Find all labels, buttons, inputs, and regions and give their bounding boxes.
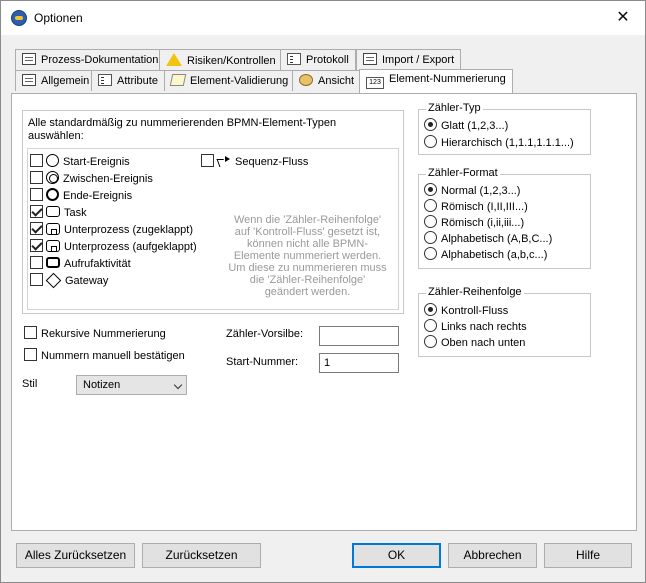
tab-ansicht[interactable]: Ansicht [292, 70, 362, 91]
end-event-icon [46, 188, 59, 201]
tab-protokoll[interactable]: Protokoll [280, 49, 356, 70]
counter-order-top-bottom-radio[interactable] [424, 335, 437, 348]
tab-element-validierung[interactable]: Element-Validierung [164, 70, 296, 91]
gateway-icon [45, 272, 62, 289]
element-types-caption-line2: auswählen: [28, 130, 84, 142]
cancel-button[interactable]: Abbrechen [448, 543, 537, 568]
ok-button[interactable]: OK [352, 543, 441, 568]
start-event-icon [46, 154, 59, 167]
element-type-intermediate-event[interactable]: Zwischen-Ereignis [30, 171, 153, 187]
tab-attribute[interactable]: Attribute [91, 70, 165, 91]
prefix-label: Zähler-Vorsilbe: [226, 328, 304, 340]
manual-confirm-option[interactable]: Nummern manuell bestätigen [24, 348, 185, 364]
import-export-icon [363, 53, 377, 65]
numbering-icon: 123 [366, 77, 384, 89]
element-type-end-event[interactable]: Ende-Ereignis [30, 188, 132, 204]
counter-format-alpha-upper-radio[interactable] [424, 231, 437, 244]
start-event-checkbox[interactable] [30, 154, 43, 167]
document-icon [22, 74, 36, 86]
counter-order-option-left-right[interactable]: Links nach rechts [424, 319, 527, 335]
counter-type-hierarchical-radio[interactable] [424, 135, 437, 148]
list-icon [98, 74, 112, 86]
counter-order-hint: Wenn die 'Zähler-Reihenfolge' auf 'Kontr… [228, 214, 387, 298]
element-type-start-event[interactable]: Start-Ereignis [30, 154, 130, 170]
element-type-gateway[interactable]: Gateway [30, 272, 108, 289]
subprocess-collapsed-icon [46, 223, 60, 235]
counter-type-title: Zähler-Typ [426, 102, 483, 114]
tab-prozess-dokumentation[interactable]: Prozess-Dokumentation [15, 49, 166, 70]
subprocess-collapsed-checkbox[interactable] [30, 222, 43, 235]
warning-icon [166, 53, 182, 66]
task-icon [46, 206, 60, 217]
style-select[interactable]: Notizen [76, 375, 187, 395]
recursive-numbering-option[interactable]: Rekursive Nummerierung [24, 326, 166, 342]
element-types-group: Alle standardmäßig zu nummerierenden BPM… [22, 110, 404, 314]
tab-allgemein[interactable]: Allgemein [15, 70, 97, 91]
counter-format-option-roman-lower[interactable]: Römisch (i,ii,iii...) [424, 215, 524, 231]
tab-risiken-kontrollen[interactable]: Risiken/Kontrollen [159, 49, 283, 70]
counter-type-flat-radio[interactable] [424, 118, 437, 131]
tab-import-export[interactable]: Import / Export [356, 49, 462, 70]
counter-type-group: Zähler-Typ Glatt (1,2,3...) Hierarchisch… [418, 102, 591, 155]
prefix-input[interactable] [319, 326, 399, 346]
element-type-task[interactable]: Task [30, 205, 87, 221]
intermediate-event-checkbox[interactable] [30, 171, 43, 184]
manual-confirm-checkbox[interactable] [24, 348, 37, 361]
reset-button[interactable]: Zurücksetzen [142, 543, 261, 568]
counter-order-title: Zähler-Reihenfolge [426, 286, 524, 298]
options-dialog: Optionen ✕ Prozess-Dokumentation Risiken… [0, 0, 646, 583]
list-icon [287, 53, 301, 65]
call-activity-icon [46, 257, 60, 268]
counter-format-title: Zähler-Format [426, 167, 500, 179]
intermediate-event-icon [46, 171, 59, 184]
element-type-subprocess-collapsed[interactable]: Unterprozess (zugeklappt) [30, 222, 193, 238]
close-icon: ✕ [616, 9, 630, 26]
counter-order-group: Zähler-Reihenfolge Kontroll-Fluss Links … [418, 286, 591, 357]
palette-icon [299, 74, 313, 86]
counter-order-option-top-bottom[interactable]: Oben nach unten [424, 335, 525, 351]
counter-type-option-flat[interactable]: Glatt (1,2,3...) [424, 118, 508, 134]
call-activity-checkbox[interactable] [30, 256, 43, 269]
recursive-numbering-checkbox[interactable] [24, 326, 37, 339]
gateway-checkbox[interactable] [30, 273, 43, 286]
start-number-label: Start-Nummer: [226, 356, 299, 368]
element-type-subprocess-expanded[interactable]: Unterprozess (aufgeklappt) [30, 239, 197, 255]
element-type-call-activity[interactable]: Aufrufaktivität [30, 256, 131, 272]
counter-format-alpha-lower-radio[interactable] [424, 247, 437, 260]
counter-order-left-right-radio[interactable] [424, 319, 437, 332]
counter-format-option-alpha-lower[interactable]: Alphabetisch (a,b,c...) [424, 247, 547, 263]
window-title: Optionen [34, 11, 83, 25]
app-logo-icon [11, 10, 27, 26]
chevron-down-icon [173, 380, 183, 390]
subprocess-expanded-icon [46, 240, 60, 252]
close-button[interactable]: ✕ [601, 1, 645, 35]
counter-format-roman-lower-radio[interactable] [424, 215, 437, 228]
task-checkbox[interactable] [30, 205, 43, 218]
document-icon [22, 53, 36, 65]
counter-format-group: Zähler-Format Normal (1,2,3...) Römisch … [418, 167, 591, 269]
counter-order-control-flow-radio[interactable] [424, 303, 437, 316]
sequence-flow-checkbox[interactable] [201, 154, 214, 167]
element-types-caption-line1: Alle standardmäßig zu nummerierenden BPM… [28, 117, 337, 129]
sequence-flow-icon [217, 155, 231, 167]
end-event-checkbox[interactable] [30, 188, 43, 201]
style-label: Stil [22, 378, 38, 390]
counter-format-option-roman-upper[interactable]: Römisch (I,II,III...) [424, 199, 528, 215]
help-button[interactable]: Hilfe [544, 543, 632, 568]
title-bar: Optionen ✕ [1, 1, 645, 35]
counter-format-roman-upper-radio[interactable] [424, 199, 437, 212]
element-type-sequence-flow[interactable]: Sequenz-Fluss [201, 154, 308, 170]
subprocess-expanded-checkbox[interactable] [30, 239, 43, 252]
tab-element-nummerierung[interactable]: 123 Element-Nummerierung [359, 69, 513, 93]
start-number-input[interactable]: 1 [319, 353, 399, 373]
counter-format-normal-radio[interactable] [424, 183, 437, 196]
edit-icon [169, 74, 187, 86]
counter-format-option-alpha-upper[interactable]: Alphabetisch (A,B,C...) [424, 231, 552, 247]
reset-all-button[interactable]: Alles Zurücksetzen [16, 543, 135, 568]
counter-order-option-control-flow[interactable]: Kontroll-Fluss [424, 303, 508, 319]
counter-type-option-hierarchical[interactable]: Hierarchisch (1,1.1,1.1.1...) [424, 135, 574, 151]
counter-format-option-normal[interactable]: Normal (1,2,3...) [424, 183, 520, 199]
tab-panel-element-nummerierung: Alle standardmäßig zu nummerierenden BPM… [11, 93, 637, 531]
